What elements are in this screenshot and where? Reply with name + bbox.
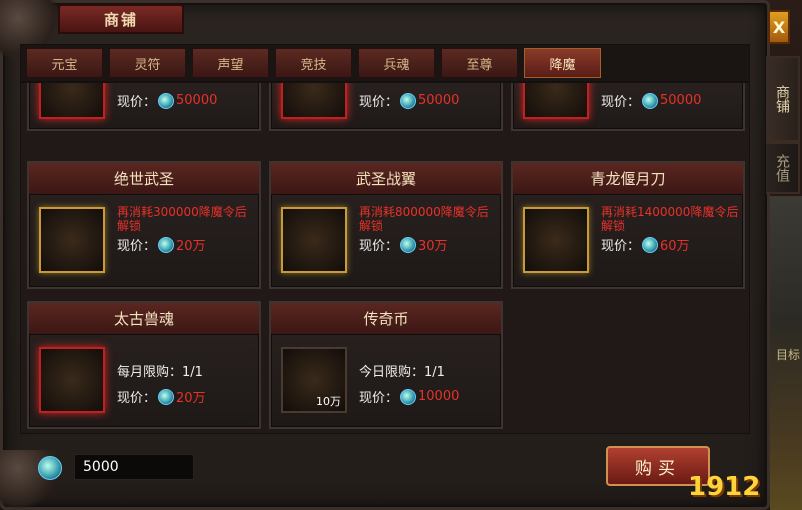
price-label: 现价： [601, 95, 641, 110]
price-label: 现价： [117, 95, 157, 110]
item-card[interactable]: 现价： 50000 [269, 83, 503, 131]
gem-icon [158, 92, 175, 109]
price-label: 现价： [601, 239, 641, 254]
price-label: 现价： [117, 239, 157, 254]
gem-icon [158, 388, 175, 405]
side-decoration: 目标 [770, 196, 802, 510]
item-name: 青龙偃月刀 [513, 163, 743, 195]
gem-icon [400, 236, 417, 253]
item-icon [523, 207, 589, 273]
item-name: 武圣战翼 [271, 163, 501, 195]
gem-icon [158, 236, 175, 253]
price-line: 现价： 10000 [359, 387, 459, 406]
site-logo: 1912 [688, 472, 761, 502]
item-icon [281, 207, 347, 273]
item-card[interactable]: 现价： 50000 [511, 83, 745, 131]
item-card[interactable]: 绝世武圣 再消耗300000降魔令后解锁 现价： 20万 [27, 161, 261, 289]
price-line: 现价： 50000 [601, 91, 701, 110]
footer-bar: 5000 购买 [20, 440, 750, 498]
gem-icon [38, 456, 62, 480]
unlock-message: 再消耗300000降魔令后解锁 [117, 205, 247, 233]
tab-zhizun[interactable]: 至尊 [441, 48, 518, 78]
price-line: 现价： 20万 [117, 235, 206, 254]
price-line: 现价： 30万 [359, 235, 448, 254]
item-icon [39, 207, 105, 273]
price-label: 现价： [359, 391, 399, 406]
price-value: 50000 [176, 93, 218, 108]
gem-icon [400, 92, 417, 109]
price-line: 现价： 50000 [117, 91, 217, 110]
item-icon [39, 347, 105, 413]
tab-shengwang[interactable]: 声望 [192, 48, 269, 78]
price-value: 20万 [176, 239, 206, 254]
tab-binghun[interactable]: 兵魂 [358, 48, 435, 78]
price-line: 现价： 60万 [601, 235, 690, 254]
item-icon [523, 83, 589, 119]
item-icon [39, 83, 105, 119]
balance-display: 5000 [74, 454, 194, 480]
price-value: 10000 [418, 389, 460, 404]
unlock-message: 再消耗800000降魔令后解锁 [359, 205, 489, 233]
item-card[interactable]: 传奇币 10万 今日限购：1/1 现价： 10000 [269, 301, 503, 429]
price-value: 30万 [418, 239, 448, 254]
price-label: 现价： [117, 391, 157, 406]
tab-yuanbao[interactable]: 元宝 [26, 48, 103, 78]
side-tab-recharge[interactable]: 充值 [766, 142, 800, 194]
gem-icon [400, 388, 417, 405]
item-card[interactable]: 青龙偃月刀 再消耗1400000降魔令后解锁 现价： 60万 [511, 161, 745, 289]
item-grid: 4366 现价： 50000 现价： 50000 现价： 50000 绝世武圣 … [20, 82, 750, 434]
price-line: 现价： 20万 [117, 387, 206, 406]
tab-xiangmo[interactable]: 降魔 [524, 48, 601, 78]
coin-icon: 10万 [281, 347, 347, 413]
price-value: 50000 [418, 93, 460, 108]
gem-icon [642, 92, 659, 109]
item-icon [281, 83, 347, 119]
item-card[interactable]: 现价： 50000 [27, 83, 261, 131]
price-value: 60万 [660, 239, 690, 254]
close-button[interactable]: X [768, 10, 790, 44]
category-tabs: 元宝 灵符 声望 竞技 兵魂 至尊 降魔 [20, 44, 750, 82]
price-value: 20万 [176, 391, 206, 406]
side-art-label: 目标 [776, 348, 801, 362]
item-name: 传奇币 [271, 303, 501, 335]
window-title: 商铺 [58, 4, 184, 34]
side-tab-shop[interactable]: 商铺 [766, 56, 800, 142]
price-label: 现价： [359, 95, 399, 110]
item-name: 太古兽魂 [29, 303, 259, 335]
purchase-limit: 每月限购：1/1 [117, 365, 203, 380]
item-quantity: 10万 [316, 395, 341, 408]
price-label: 现价： [359, 239, 399, 254]
price-line: 现价： 50000 [359, 91, 459, 110]
price-value: 50000 [660, 93, 702, 108]
item-name: 绝世武圣 [29, 163, 259, 195]
item-card[interactable]: 太古兽魂 每月限购：1/1 现价： 20万 [27, 301, 261, 429]
tab-lingfu[interactable]: 灵符 [109, 48, 186, 78]
item-card[interactable]: 武圣战翼 再消耗800000降魔令后解锁 现价： 30万 [269, 161, 503, 289]
unlock-message: 再消耗1400000降魔令后解锁 [601, 205, 739, 233]
tab-jingji[interactable]: 竞技 [275, 48, 352, 78]
gem-icon [642, 236, 659, 253]
purchase-limit: 今日限购：1/1 [359, 365, 445, 380]
